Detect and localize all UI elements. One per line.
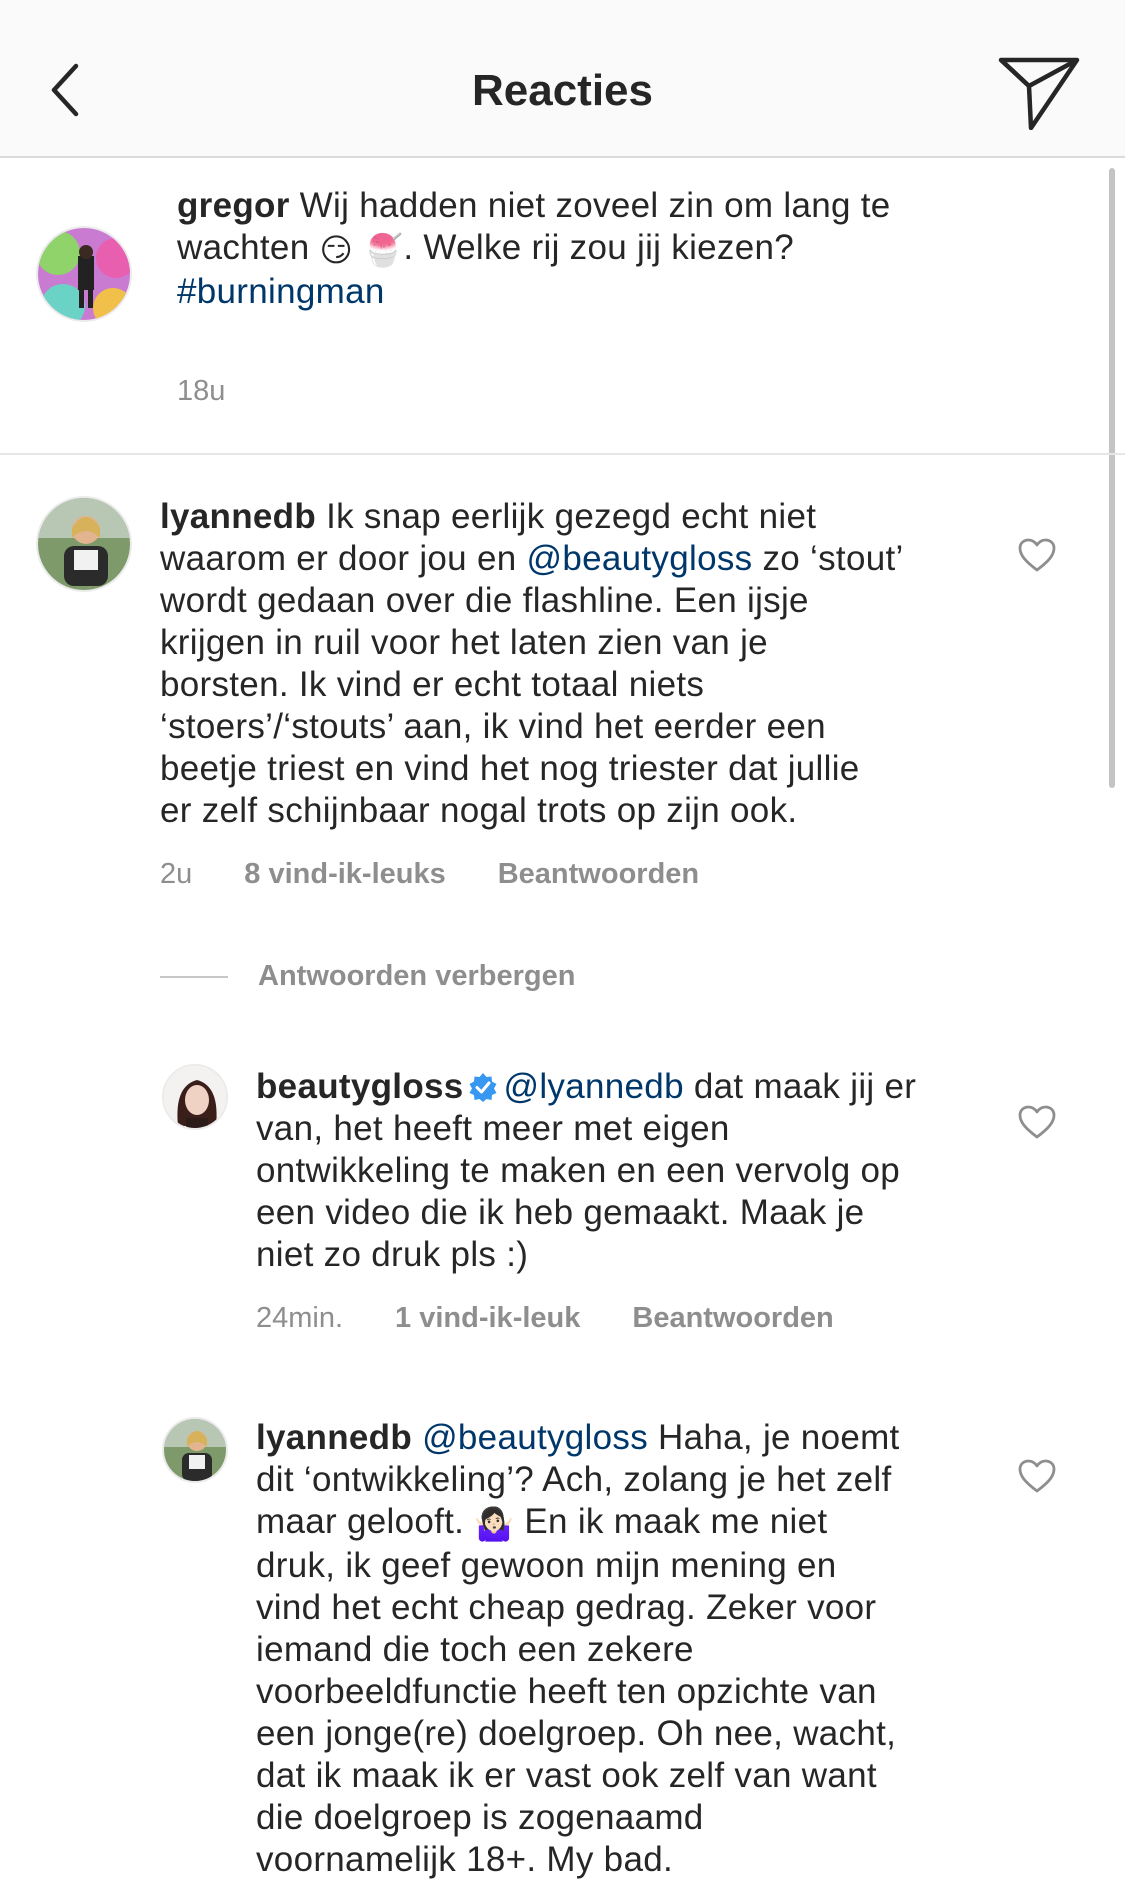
mention-link[interactable]: @beautygloss [422, 1418, 648, 1457]
like-button[interactable] [1017, 1104, 1057, 1140]
reply-username[interactable]: beautygloss [256, 1067, 464, 1106]
reply-line: een jonge(re) doelgroep. Oh nee, wacht, [256, 1714, 897, 1753]
caption-username[interactable]: gregor [177, 186, 290, 225]
reply-username[interactable]: lyannedb [256, 1418, 412, 1457]
reply-line: ontwikkeling te maken en een vervolg op [256, 1151, 901, 1190]
hashtag-link[interactable]: #burningman [177, 272, 385, 311]
reply-text: lyannedb @beautygloss Haha, je noemt dit… [256, 1417, 900, 1881]
reply-line: die doelgroep is zogenaamd [256, 1798, 704, 1837]
reply-button[interactable]: Beantwoorden [498, 858, 699, 891]
heart-outline-icon [1018, 1105, 1056, 1139]
comment-line: krijgen in ruil voor het laten zien van … [160, 623, 768, 662]
comment-line: borsten. Ik vind er echt totaal niets [160, 665, 705, 704]
reply-text: beautygloss @lyannedb dat maak jij er va… [256, 1066, 916, 1276]
reply-time: 24min. [256, 1302, 344, 1334]
share-button[interactable] [997, 54, 1081, 131]
divider [160, 975, 228, 978]
caption-text: gregor Wij hadden niet zoveel zin om lan… [177, 185, 891, 313]
mention-link[interactable]: @beautygloss [527, 539, 753, 578]
avatar[interactable] [36, 226, 132, 322]
hide-replies-toggle[interactable]: Antwoorden verbergen [160, 960, 575, 993]
avatar[interactable] [36, 496, 132, 592]
caption-line: Wij hadden niet zoveel zin om lang te [289, 186, 891, 225]
caption-line: . Welke rij zou jij kiezen? [403, 228, 795, 267]
shrug-emoji: 🤷🏻‍♀️ [474, 1506, 515, 1542]
comment-line: zo ‘stout’ [752, 539, 904, 578]
heart-outline-icon [1018, 538, 1056, 572]
comment-text: lyannedb Ik snap eerlijk gezegd echt nie… [160, 496, 904, 832]
verified-badge-icon [469, 1073, 497, 1102]
shaved-ice-emoji: 🍧 [363, 232, 404, 268]
reply-line: Haha, je noemt [648, 1418, 900, 1457]
comment-line: beetje triest en vind het nog triester d… [160, 749, 860, 788]
post-caption: gregor Wij hadden niet zoveel zin om lan… [0, 160, 1125, 455]
comment-time: 2u [160, 858, 193, 890]
reply-line: dit ‘ontwikkeling’? Ach, zolang je het z… [256, 1460, 892, 1499]
avatar[interactable] [162, 1417, 228, 1483]
reply-button[interactable]: Beantwoorden [632, 1302, 833, 1335]
like-button[interactable] [1017, 537, 1057, 573]
reply-line: En ik maak me niet [514, 1502, 828, 1541]
reply-line: voornamelijk 18+. My bad. [256, 1840, 674, 1879]
reply-line: dat ik maak ik er vast ook zelf van want [256, 1756, 877, 1795]
comment-meta: 2u 8 vind-ik-leuks Beantwoorden [160, 858, 751, 891]
reply-line: iemand die toch een zekere [256, 1630, 694, 1669]
comment-line: waarom er door jou en [160, 539, 527, 578]
likes-count[interactable]: 1 vind-ik-leuk [395, 1302, 580, 1335]
reply-line: maar gelooft. [256, 1502, 475, 1541]
smirk-emoji: 😏 [319, 232, 354, 268]
mention-link[interactable]: @lyannedb [504, 1067, 684, 1106]
avatar[interactable] [162, 1064, 228, 1130]
likes-count[interactable]: 8 vind-ik-leuks [244, 858, 445, 891]
comment-line: wordt gedaan over die flashline. Een ijs… [160, 581, 809, 620]
like-button[interactable] [1017, 1458, 1057, 1494]
reply-line: niet zo druk pls :) [256, 1235, 529, 1274]
comment-line: ‘stoers’/‘stouts’ aan, ik vind het eerde… [160, 707, 826, 746]
paper-plane-icon [998, 57, 1080, 131]
caption-line: wachten [177, 228, 320, 267]
comment-line: er zelf schijnbaar nogal trots op zijn o… [160, 791, 798, 830]
comment-username[interactable]: lyannedb [160, 497, 316, 536]
reply-line: druk, ik geef gewoon mijn mening en [256, 1546, 837, 1585]
heart-outline-icon [1018, 1459, 1056, 1493]
reply-line: vind het echt cheap gedrag. Zeker voor [256, 1588, 877, 1627]
reply-line: dat maak jij er [683, 1067, 917, 1106]
comment-line: Ik snap eerlijk gezegd echt niet [316, 497, 817, 536]
reply-line: voorbeeldfunctie heeft ten opzichte van [256, 1672, 877, 1711]
reply-line: een video die ik heb gemaakt. Maak je [256, 1193, 865, 1232]
reply-meta: 24min. 1 vind-ik-leuk Beantwoorden [256, 1302, 886, 1335]
hide-replies-label: Antwoorden verbergen [258, 960, 576, 992]
reply-line: van, het heeft meer met eigen [256, 1109, 730, 1148]
page-title: Reacties [471, 66, 653, 115]
header-bar: Reacties [0, 0, 1125, 158]
caption-time: 18u [177, 375, 226, 407]
